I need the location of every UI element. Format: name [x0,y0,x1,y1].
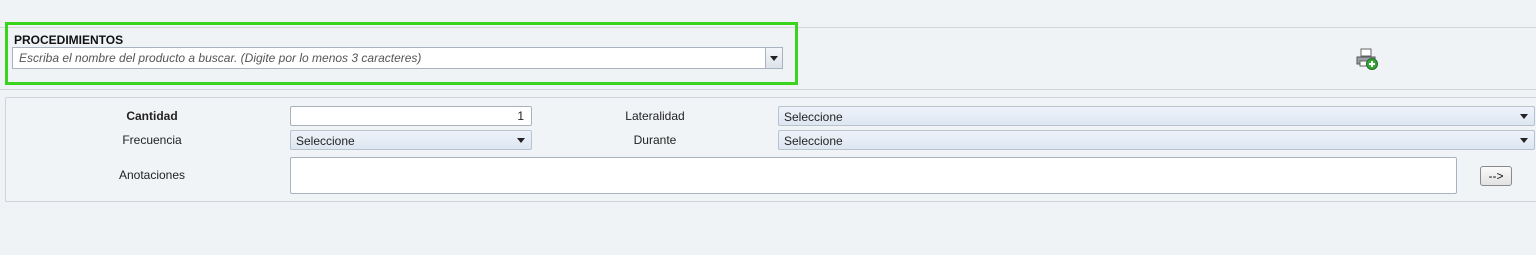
procedure-search-input[interactable] [13,48,765,68]
frecuencia-label: Frecuencia [122,133,182,147]
lateralidad-select[interactable]: Seleccione [778,106,1535,126]
frecuencia-select[interactable]: Seleccione [290,130,532,150]
search-dropdown-button[interactable] [765,48,782,68]
chevron-down-icon [770,55,778,61]
chevron-down-icon [1520,114,1528,119]
chevron-down-icon [517,138,525,143]
chevron-down-icon [1520,138,1528,143]
mid-divider [0,89,1536,90]
durante-label: Durante [633,133,677,147]
cantidad-label: Cantidad [126,109,178,123]
durante-select-value: Seleccione [784,134,843,148]
anotaciones-label: Anotaciones [118,168,186,182]
add-procedure-button[interactable]: --> [1480,166,1512,186]
printer-add-icon[interactable] [1354,47,1380,71]
lateralidad-label: Lateralidad [625,109,685,123]
durante-select[interactable]: Seleccione [778,130,1535,150]
section-title: PROCEDIMIENTOS [14,33,124,47]
lateralidad-select-value: Seleccione [784,110,843,124]
cantidad-input[interactable] [290,106,532,126]
procedure-search-combo[interactable] [12,47,783,69]
anotaciones-textarea[interactable] [290,157,1457,194]
frecuencia-select-value: Seleccione [296,134,355,148]
